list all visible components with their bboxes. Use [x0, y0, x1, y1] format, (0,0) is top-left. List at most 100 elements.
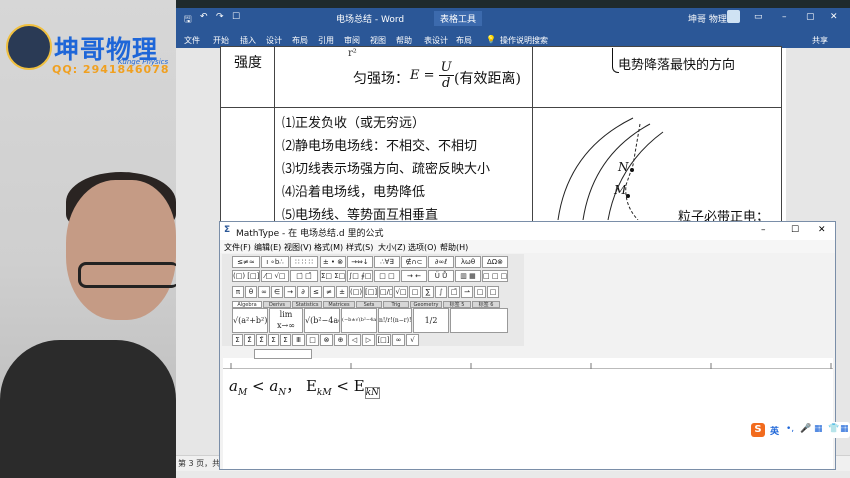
- symbol-button[interactable]: ±: [336, 286, 348, 298]
- palette-logic-button[interactable]: ∴∀∃: [374, 256, 400, 268]
- skin-icon[interactable]: 👕: [828, 424, 839, 434]
- tab-home[interactable]: 开始: [213, 35, 229, 46]
- tab-statistics[interactable]: Statistics: [292, 301, 322, 308]
- tab-geometry[interactable]: Geometry: [410, 301, 442, 308]
- tab-file[interactable]: 文件: [184, 35, 200, 46]
- ruler[interactable]: [223, 358, 833, 372]
- share-button[interactable]: 共享: [812, 35, 828, 46]
- document-page[interactable]: 强度 r² 匀强场： E = Ud (有效距离) 电势降落最快的方向 ⑴正发负收…: [220, 46, 786, 232]
- palette-misc-button[interactable]: ∂∞ℓ: [428, 256, 454, 268]
- tab-algebra[interactable]: Algebra: [232, 301, 262, 308]
- palette-bars-button[interactable]: □ □: [374, 270, 400, 282]
- menu-view[interactable]: 视图(V): [284, 242, 312, 253]
- symbol-button[interactable]: θ: [245, 286, 257, 298]
- menu-size[interactable]: 大小(Z): [378, 242, 406, 253]
- symbol-button[interactable]: □: [474, 286, 486, 298]
- symbol-button[interactable]: Σ: [280, 334, 291, 346]
- tab-table-design[interactable]: 表设计: [424, 35, 448, 46]
- alignment-buttons[interactable]: [254, 349, 312, 359]
- palette-sets-button[interactable]: ∉∩⊂: [401, 256, 427, 268]
- palette-integrals-button[interactable]: ∫□ ∮□: [347, 270, 373, 282]
- symbol-button[interactable]: π: [232, 286, 244, 298]
- sogou-icon[interactable]: S: [751, 423, 765, 437]
- template-pythagoras[interactable]: √(a²+b²): [232, 308, 268, 333]
- symbol-button[interactable]: √: [406, 334, 419, 346]
- tab-sets[interactable]: Sets: [356, 301, 382, 308]
- maximize-icon[interactable]: ▢: [806, 12, 815, 22]
- symbol-button[interactable]: √□: [394, 286, 408, 298]
- tab-design[interactable]: 设计: [266, 35, 282, 46]
- symbol-button[interactable]: ▷: [362, 334, 375, 346]
- symbol-button[interactable]: Σ: [268, 334, 279, 346]
- palette-fences-button[interactable]: (□) [□]: [232, 270, 260, 282]
- tab-label-6[interactable]: 标签 6: [472, 301, 500, 308]
- symbol-button[interactable]: [□]: [376, 334, 391, 346]
- table-cell[interactable]: [220, 107, 275, 232]
- redo-icon[interactable]: ↷: [216, 12, 224, 22]
- template-limit[interactable]: lim x→∞: [269, 308, 303, 333]
- tab-review[interactable]: 审阅: [344, 35, 360, 46]
- tab-layout[interactable]: 布局: [292, 35, 308, 46]
- palette-boxes-button[interactable]: □ □ □: [482, 270, 508, 282]
- punctuation-icon[interactable]: •,: [786, 424, 794, 434]
- tools-icon[interactable]: ▦: [840, 424, 849, 434]
- save-icon[interactable]: 🖫: [184, 12, 192, 28]
- symbol-button[interactable]: □̄: [448, 286, 460, 298]
- template-combination[interactable]: n!/r!(n−r)!: [378, 308, 412, 333]
- symbol-button[interactable]: ∑: [422, 286, 434, 298]
- palette-fractions-button[interactable]: ⁄□ √□: [261, 270, 289, 282]
- palette-greek-lower-button[interactable]: λωθ: [455, 256, 481, 268]
- tab-label-5[interactable]: 标签 5: [443, 301, 471, 308]
- ribbon-display-icon[interactable]: ▭: [754, 12, 763, 22]
- symbol-button[interactable]: □: [306, 334, 319, 346]
- symbol-button[interactable]: ∞: [258, 286, 270, 298]
- tell-me-search[interactable]: 操作说明搜索: [500, 35, 548, 46]
- close-icon[interactable]: ✕: [818, 225, 826, 235]
- palette-matrices-button[interactable]: ▥ ▦: [455, 270, 481, 282]
- keyboard-icon[interactable]: ▦: [814, 424, 823, 434]
- palette-greek-upper-button[interactable]: ΔΩ⊗: [482, 256, 508, 268]
- template-fraction[interactable]: 1/2: [413, 308, 449, 333]
- menu-format[interactable]: 格式(M): [314, 242, 343, 253]
- symbol-button[interactable]: □: [409, 286, 421, 298]
- menu-help[interactable]: 帮助(H): [440, 242, 468, 253]
- symbol-button[interactable]: Σ̃: [256, 334, 267, 346]
- palette-operators-button[interactable]: ± • ⊗: [320, 256, 346, 268]
- palette-arrows-button[interactable]: →⇔↓: [347, 256, 373, 268]
- palette-products-button[interactable]: Ü Ů: [428, 270, 454, 282]
- symbol-button[interactable]: ⇀: [461, 286, 473, 298]
- undo-icon[interactable]: ↶: [200, 12, 208, 22]
- template-discriminant[interactable]: √(b²−4ac): [304, 308, 340, 333]
- symbol-button[interactable]: Σ̂: [244, 334, 255, 346]
- tab-trig[interactable]: Trig: [383, 301, 409, 308]
- symbol-button[interactable]: →: [284, 286, 296, 298]
- tab-view[interactable]: 视图: [370, 35, 386, 46]
- menu-options[interactable]: 选项(O): [408, 242, 437, 253]
- tab-insert[interactable]: 插入: [240, 35, 256, 46]
- symbol-button[interactable]: (□): [349, 286, 363, 298]
- template-quadratic[interactable]: (−b±√(b²−4ac))/2a: [341, 308, 377, 333]
- symbol-button[interactable]: ◁: [348, 334, 361, 346]
- template-empty-slot[interactable]: [450, 308, 508, 333]
- palette-embellish-button[interactable]: ∷ ∷ ∷: [290, 256, 318, 268]
- eq-sub-cursor[interactable]: kN: [364, 387, 380, 399]
- symbol-button[interactable]: ≤: [310, 286, 322, 298]
- tab-derivs[interactable]: Derivs: [263, 301, 291, 308]
- palette-sums-button[interactable]: Σ□ Σ□: [320, 270, 346, 282]
- minimize-icon[interactable]: –: [782, 12, 787, 22]
- ime-language-toggle[interactable]: 英: [770, 424, 779, 437]
- tab-help[interactable]: 帮助: [396, 35, 412, 46]
- maximize-icon[interactable]: ☐: [791, 225, 799, 235]
- palette-labeled-arrows-button[interactable]: → ←: [401, 270, 427, 282]
- avatar[interactable]: [727, 10, 740, 23]
- palette-spaces-button[interactable]: ı ∘b∴: [261, 256, 289, 268]
- symbol-button[interactable]: ≠: [323, 286, 335, 298]
- symbol-button[interactable]: ∫: [435, 286, 447, 298]
- palette-relations-button[interactable]: ≤≠≈: [232, 256, 260, 268]
- symbol-button[interactable]: ∈: [271, 286, 283, 298]
- microphone-icon[interactable]: 🎤: [800, 424, 811, 434]
- symbol-button[interactable]: ⊗: [320, 334, 333, 346]
- symbol-button[interactable]: [□]: [364, 286, 378, 298]
- symbol-button[interactable]: □: [487, 286, 499, 298]
- menu-style[interactable]: 样式(S): [346, 242, 373, 253]
